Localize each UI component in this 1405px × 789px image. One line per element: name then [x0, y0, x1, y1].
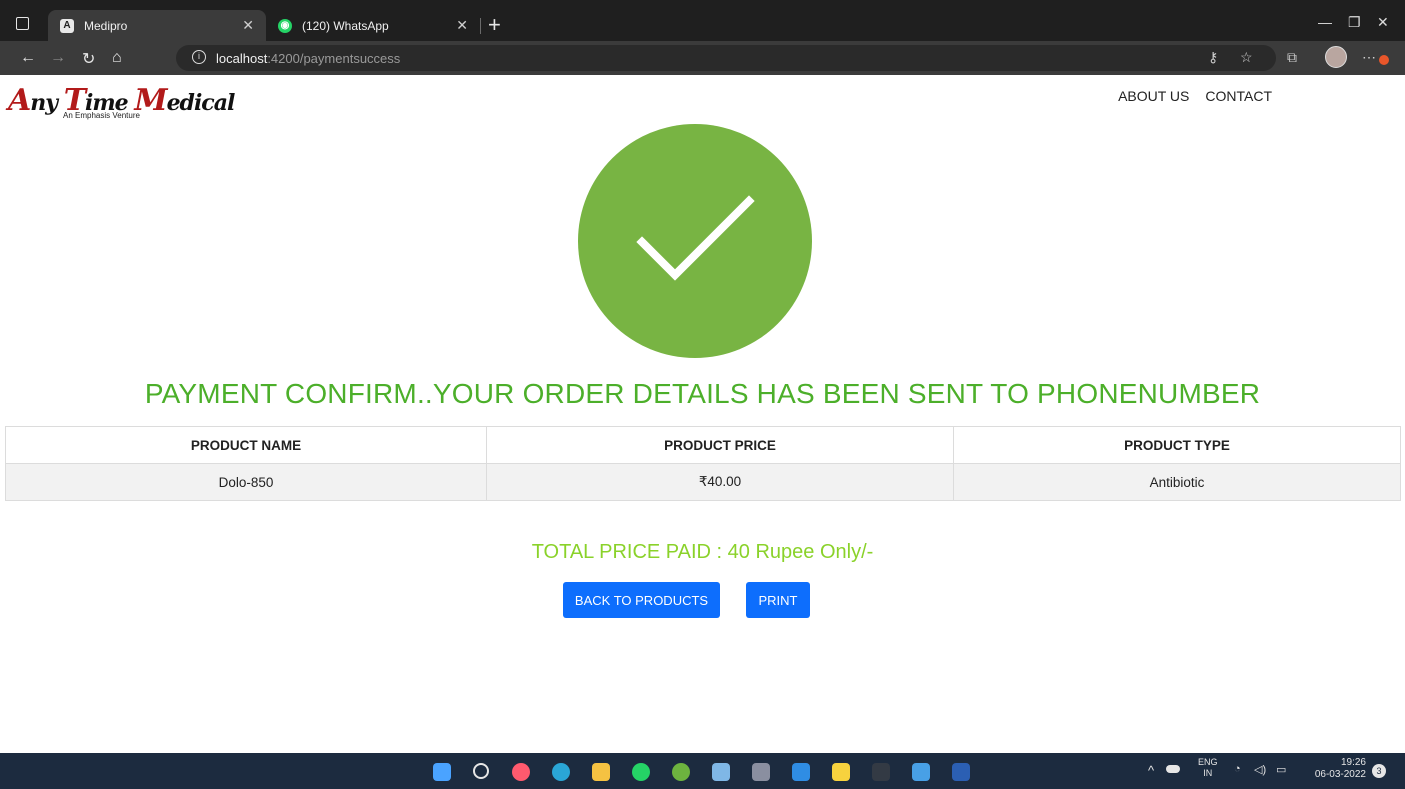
site-info-icon[interactable]: i — [192, 50, 206, 64]
browser-tab-strip: A Medipro ✕ ◉ (120) WhatsApp ✕ + — ❐ ✕ — [0, 0, 1405, 41]
tab-medipro[interactable]: A Medipro ✕ — [48, 10, 266, 41]
payment-confirm-headline: PAYMENT CONFIRM..YOUR ORDER DETAILS HAS … — [144, 378, 1261, 409]
wifi-icon[interactable]: ◔ — [1234, 763, 1241, 775]
home-icon[interactable]: ⌂ — [112, 49, 122, 67]
close-tab-icon[interactable]: ✕ — [456, 17, 468, 34]
word-icon[interactable] — [952, 763, 970, 781]
back-icon[interactable]: ← — [20, 49, 36, 67]
file-explorer-icon[interactable] — [592, 763, 610, 781]
minimize-icon[interactable]: — — [1318, 14, 1332, 30]
close-tab-icon[interactable]: ✕ — [242, 17, 254, 34]
url-text[interactable]: localhost:4200/paymentsuccess — [216, 51, 400, 66]
battery-icon[interactable]: ▭ — [1276, 763, 1286, 776]
address-bar[interactable]: i localhost:4200/paymentsuccess — [176, 45, 1276, 71]
back-to-products-button[interactable]: BACK TO PRODUCTS — [563, 582, 720, 618]
table-row: Dolo-850 ₹40.00 Antibiotic — [5, 463, 1401, 501]
tab-title: (120) WhatsApp — [302, 18, 389, 33]
restore-icon[interactable]: ❐ — [1348, 14, 1361, 31]
whatsapp-favicon-icon: ◉ — [278, 18, 292, 33]
favorite-star-icon[interactable]: ☆ — [1240, 49, 1253, 66]
browser-toolbar: ← → ↻ ⌂ i localhost:4200/paymentsuccess … — [0, 41, 1405, 75]
logo-tagline: An Emphasis Venture — [63, 111, 140, 120]
header-product-type: PRODUCT TYPE — [953, 426, 1401, 464]
page-content: Any Time Medical An Emphasis Venture ABO… — [0, 75, 1405, 753]
tab-separator — [480, 18, 481, 34]
cell-product-type: Antibiotic — [953, 463, 1401, 501]
volume-icon[interactable]: ◁) — [1254, 763, 1266, 776]
key-icon[interactable]: ⚷ — [1208, 49, 1218, 66]
tray-expand-icon[interactable]: ^ — [1148, 763, 1154, 778]
tab-title: Medipro — [84, 18, 128, 33]
photos-icon[interactable] — [912, 763, 930, 781]
profile-avatar[interactable] — [1325, 46, 1347, 68]
total-price-text: TOTAL PRICE PAID : 40 Rupee Only/- — [531, 541, 874, 563]
order-details-table: PRODUCT NAME PRODUCT PRICE PRODUCT TYPE … — [5, 426, 1401, 501]
vscode-icon[interactable] — [792, 763, 810, 781]
new-tab-icon[interactable]: + — [488, 12, 501, 38]
sticky-notes-icon[interactable] — [832, 763, 850, 781]
music-app-icon[interactable] — [512, 763, 530, 781]
start-icon[interactable] — [433, 763, 451, 781]
success-check-icon — [578, 124, 812, 358]
whatsapp-icon[interactable] — [632, 763, 650, 781]
notepad-icon[interactable] — [712, 763, 730, 781]
nav-contact[interactable]: CONTACT — [1205, 88, 1272, 104]
tab-favicon-icon: A — [60, 18, 74, 33]
forward-icon[interactable]: → — [50, 49, 66, 67]
close-window-icon[interactable]: ✕ — [1377, 14, 1389, 31]
tab-whatsapp[interactable]: ◉ (120) WhatsApp ✕ — [266, 10, 480, 41]
notification-count-badge[interactable]: 3 — [1372, 764, 1386, 778]
terminal-icon[interactable] — [872, 763, 890, 781]
tab-actions-icon[interactable] — [16, 17, 29, 30]
windows-taskbar: ^ ENG IN ◔ ◁) ▭ 19:26 06-03-2022 3 — [0, 753, 1405, 789]
edge-icon[interactable] — [552, 763, 570, 781]
notification-badge — [1379, 55, 1389, 65]
nav-about-us[interactable]: ABOUT US — [1118, 88, 1189, 104]
cell-product-name: Dolo-850 — [5, 463, 487, 501]
clock[interactable]: 19:26 06-03-2022 — [1306, 757, 1366, 781]
language-indicator[interactable]: ENG IN — [1198, 757, 1218, 779]
search-icon[interactable] — [473, 763, 489, 779]
more-menu-icon[interactable]: ⋯ — [1362, 49, 1376, 66]
collections-icon[interactable]: ⧉ — [1287, 49, 1297, 66]
app-window-icon[interactable] — [752, 763, 770, 781]
spring-tool-icon[interactable] — [672, 763, 690, 781]
table-header-row: PRODUCT NAME PRODUCT PRICE PRODUCT TYPE — [5, 426, 1401, 464]
cell-product-price: ₹40.00 — [486, 463, 954, 501]
header-product-price: PRODUCT PRICE — [486, 426, 954, 464]
top-nav: ABOUT US CONTACT — [1118, 88, 1272, 104]
onedrive-icon[interactable] — [1166, 765, 1180, 773]
site-logo[interactable]: Any Time Medical An Emphasis Venture — [8, 83, 235, 120]
header-product-name: PRODUCT NAME — [5, 426, 487, 464]
refresh-icon[interactable]: ↻ — [82, 49, 95, 69]
print-button[interactable]: PRINT — [746, 582, 810, 618]
